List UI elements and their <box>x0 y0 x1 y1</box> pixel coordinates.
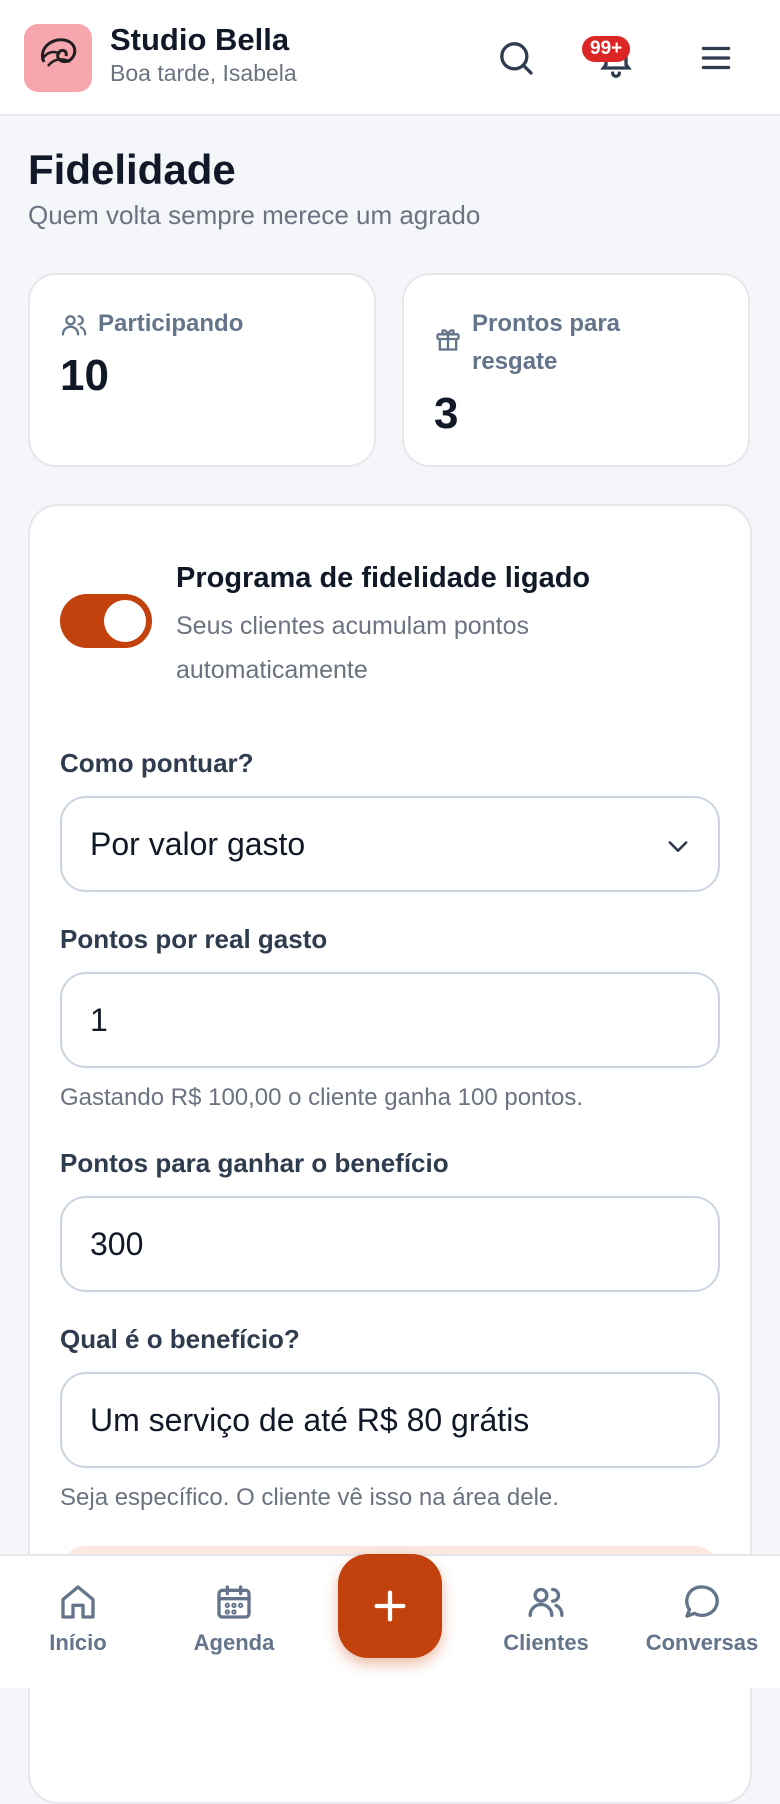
nav-chats-label: Conversas <box>645 1630 759 1655</box>
points-per-real-input[interactable]: 1 <box>60 972 720 1068</box>
hamburger-menu-icon <box>701 46 731 70</box>
users-icon <box>528 1587 564 1617</box>
menu-button[interactable] <box>688 30 744 86</box>
nav-home[interactable]: Início <box>8 1582 148 1656</box>
ready-to-redeem-label: Prontos para resgate <box>472 310 621 375</box>
benefit-value: Um serviço de até R$ 80 grátis <box>90 1402 530 1438</box>
ready-to-redeem-value: 3 <box>434 389 459 438</box>
scoring-method-value: Por valor gasto <box>90 826 306 862</box>
nav-clients[interactable]: Clientes <box>476 1582 616 1656</box>
home-icon <box>61 1585 95 1619</box>
logo-hair-icon <box>40 38 77 67</box>
points-per-real-value: 1 <box>90 1002 108 1038</box>
threshold-label: Pontos para ganhar o benefício <box>60 1148 449 1178</box>
calendar-icon <box>217 1585 251 1619</box>
notification-badge: 99+ <box>582 36 631 62</box>
threshold-input[interactable]: 300 <box>60 1196 720 1292</box>
nav-home-label: Início <box>49 1630 107 1655</box>
benefit-label: Qual é o benefício? <box>60 1324 300 1354</box>
chevron-down-icon <box>668 841 688 852</box>
ready-to-redeem-stat-card: Prontos para resgate 3 <box>402 273 750 467</box>
chat-bubble-icon <box>685 1585 719 1618</box>
search-button[interactable] <box>488 30 544 86</box>
business-logo[interactable] <box>24 24 92 92</box>
nav-chats[interactable]: Conversas <box>632 1582 772 1656</box>
benefit-hint: Seja específico. O cliente vê isso na ár… <box>60 1484 559 1511</box>
participating-value: 10 <box>60 351 109 400</box>
search-icon <box>500 42 533 75</box>
page-title: Fidelidade <box>28 146 236 193</box>
nav-schedule[interactable]: Agenda <box>164 1582 304 1656</box>
threshold-value: 300 <box>90 1226 144 1262</box>
benefit-input[interactable]: Um serviço de até R$ 80 grátis <box>60 1372 720 1468</box>
business-name: Studio Bella <box>110 22 290 57</box>
add-button[interactable] <box>338 1554 442 1658</box>
nav-clients-label: Clientes <box>503 1630 589 1655</box>
loyalty-program-toggle[interactable] <box>60 594 152 648</box>
toggle-knob <box>104 600 146 642</box>
gift-icon <box>436 329 460 351</box>
greeting-text: Boa tarde, Isabela <box>110 60 297 86</box>
scoring-method-label: Como pontuar? <box>60 748 254 778</box>
plus-icon <box>374 1590 406 1622</box>
points-per-real-label: Pontos por real gasto <box>60 924 328 954</box>
participating-label: Participando <box>98 310 244 337</box>
top-bar: Studio Bella Boa tarde, Isabela 99+ <box>0 0 780 116</box>
users-icon <box>61 315 87 336</box>
scoring-method-select[interactable]: Por valor gasto <box>60 796 720 892</box>
points-per-real-hint: Gastando R$ 100,00 o cliente ganha 100 p… <box>60 1084 584 1111</box>
toggle-title: Programa de fidelidade ligado <box>176 562 591 594</box>
toggle-description: Seus clientes acumulam pontos automatica… <box>176 612 529 684</box>
participating-stat-card: Participando 10 <box>28 273 376 467</box>
page-subtitle: Quem volta sempre merece um agrado <box>28 200 481 230</box>
nav-schedule-label: Agenda <box>193 1630 275 1655</box>
